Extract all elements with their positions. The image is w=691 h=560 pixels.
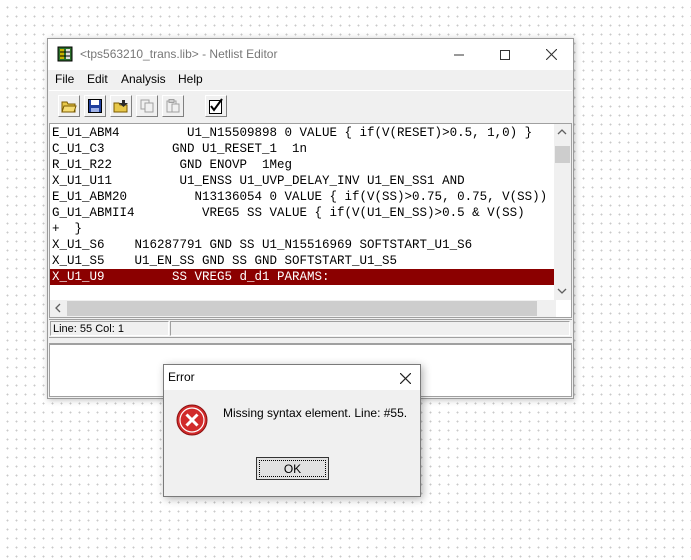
code-line[interactable]: E_U1_ABM20 N13136054 0 VALUE { if(V(SS)>… [52,189,562,205]
copy-icon [140,99,154,113]
error-message: Missing syntax element. Line: #55. [223,406,408,420]
vertical-scrollbar[interactable] [554,124,571,300]
open-file-button[interactable] [110,95,132,117]
status-bar: Line: 55 Col: 1 [49,319,572,338]
open-button[interactable] [58,95,80,117]
close-icon [399,372,411,384]
pane-splitter[interactable] [49,337,572,344]
dialog-close-button[interactable] [394,367,416,389]
dialog-title-bar[interactable]: Error [164,365,420,390]
code-line[interactable]: C_U1_C3 GND U1_RESET_1 1n [52,141,307,157]
save-button[interactable] [84,95,106,117]
menu-bar: File Edit Analysis Help [48,70,573,90]
open-file-icon [113,100,128,113]
code-line[interactable]: R_U1_R22 GND ENOVP 1Meg [52,157,292,173]
code-line[interactable]: G_U1_ABMII4 VREG5 SS VALUE { if(V(U1_EN_… [52,205,525,221]
window-title: <tps563210_trans.lib> - Netlist Editor [80,47,278,61]
scroll-left-icon[interactable] [54,303,62,315]
menu-edit[interactable]: Edit [87,72,108,86]
scroll-up-icon[interactable] [557,127,567,138]
maximize-button[interactable] [482,39,528,70]
code-line[interactable]: E_U1_ABM4 U1_N15509898 0 VALUE { if(V(RE… [52,125,532,141]
code-line[interactable]: + } [52,221,82,237]
netlist-app-icon [57,46,73,62]
save-icon [88,99,102,113]
title-bar[interactable]: <tps563210_trans.lib> - Netlist Editor [48,39,573,70]
focus-rectangle [259,460,326,477]
horizontal-scroll-thumb[interactable] [67,301,537,316]
horizontal-scrollbar[interactable] [50,300,556,317]
scroll-down-icon[interactable] [557,286,567,297]
menu-file[interactable]: File [55,72,74,86]
menu-analysis[interactable]: Analysis [121,72,166,86]
copy-button[interactable] [136,95,158,117]
maximize-icon [500,49,510,60]
netlist-text-editor[interactable]: E_U1_ABM4 U1_N15509898 0 VALUE { if(V(RE… [49,123,572,318]
close-icon [545,49,557,60]
open-folder-icon [61,101,77,113]
paste-button[interactable] [162,95,184,117]
vertical-scroll-thumb[interactable] [555,146,570,163]
minimize-icon [454,54,464,55]
close-button[interactable] [528,39,574,70]
ok-button[interactable]: OK [256,457,329,480]
cursor-position: Line: 55 Col: 1 [50,321,169,336]
check-syntax-button[interactable] [205,95,227,117]
code-line[interactable]: X_U1_S6 N16287791 GND SS U1_N15516969 SO… [52,237,472,253]
netlist-editor-window: <tps563210_trans.lib> - Netlist Editor F… [47,38,574,399]
status-panel [170,321,570,336]
paste-icon [166,99,180,113]
error-dialog: Error Missing syntax element. Line: #55.… [163,364,421,497]
minimize-button[interactable] [436,39,482,70]
selected-code-line[interactable]: X_U1_U9 SS VREG5 d_d1 PARAMS: [50,269,555,285]
menu-help[interactable]: Help [178,72,203,86]
error-icon [176,404,208,436]
toolbar [49,90,572,124]
dialog-title: Error [168,370,195,384]
check-icon [209,98,223,114]
code-line[interactable]: X_U1_S5 U1_EN_SS GND SS GND SOFTSTART_U1… [52,253,397,269]
code-line[interactable]: X_U1_U11 U1_ENSS U1_UVP_DELAY_INV U1_EN_… [52,173,465,189]
